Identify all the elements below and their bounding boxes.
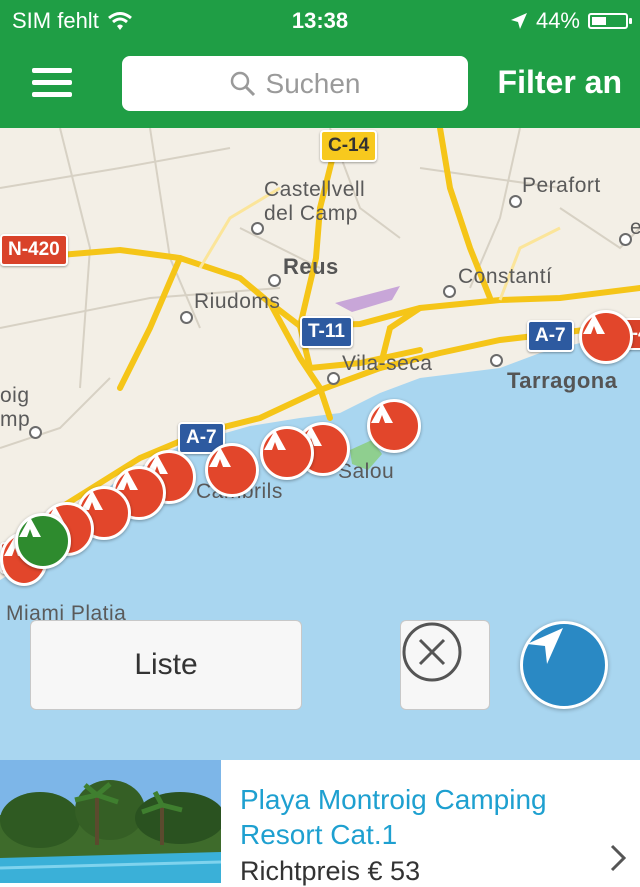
location-arrow-icon: [527, 628, 563, 664]
location-services-icon: [510, 13, 527, 29]
clear-selection-button[interactable]: [400, 620, 490, 710]
road-shield: C-14: [320, 130, 378, 162]
battery-percent: 44%: [535, 8, 580, 33]
chevron-right-icon: [610, 844, 626, 872]
place-label: Riudoms: [194, 290, 281, 313]
campsite-pin[interactable]: [260, 426, 314, 480]
town-dot: [251, 222, 264, 235]
town-dot: [509, 195, 522, 208]
campsite-pin[interactable]: [205, 443, 259, 497]
status-bar: SIM fehlt 13:38 44%: [0, 0, 640, 40]
map-view[interactable]: Castellvell del Camp Reus Riudoms Perafo…: [0, 128, 640, 760]
close-circle-icon: [402, 622, 462, 682]
search-placeholder: Suchen: [265, 67, 361, 99]
town-dot: [327, 372, 340, 385]
place-label: del Camp: [264, 202, 358, 225]
battery-icon: [588, 13, 632, 29]
town-dot: [29, 426, 42, 439]
list-button[interactable]: Liste: [30, 620, 302, 710]
campsite-result-card[interactable]: Playa Montroig Camping Resort Cat.1 Rich…: [0, 760, 640, 886]
place-label: mp: [0, 408, 31, 431]
road-shield: A-7: [527, 320, 574, 352]
road-shield: N-420: [0, 234, 68, 266]
place-label: Castellvell: [264, 178, 366, 201]
place-label: oig: [0, 384, 30, 407]
locate-me-button[interactable]: [520, 621, 608, 709]
search-icon: [230, 71, 255, 96]
battery-level: [592, 17, 606, 25]
menu-button[interactable]: [32, 68, 72, 98]
town-dot: [490, 354, 503, 367]
town-dot: [443, 285, 456, 298]
place-label: Reus: [283, 254, 339, 279]
place-label: Vila-seca: [342, 352, 433, 375]
place-label: Perafort: [522, 174, 601, 197]
tent-icon: [371, 403, 393, 423]
town-dot: [268, 274, 281, 287]
campsite-pin[interactable]: [579, 310, 633, 364]
road-shield: T-11: [300, 316, 353, 348]
place-label: Constantí: [458, 265, 553, 288]
tent-icon: [583, 314, 605, 334]
nav-bar: Suchen Filter an: [0, 40, 640, 128]
place-label: Tarragona: [507, 368, 618, 393]
town-dot: [180, 311, 193, 324]
filter-button[interactable]: Filter an: [498, 64, 622, 101]
campsite-price: Richtpreis € 53: [240, 856, 421, 886]
campsite-photo: [0, 760, 221, 883]
tent-icon: [264, 430, 286, 450]
tent-icon: [116, 470, 138, 490]
tent-icon: [19, 517, 41, 537]
tent-icon: [209, 447, 231, 467]
town-dot: [619, 233, 632, 246]
hamburger-icon: [32, 68, 72, 73]
search-input[interactable]: Suchen: [122, 56, 468, 111]
selected-campsite-pin[interactable]: [15, 513, 71, 569]
campsite-title: Playa Montroig Camping Resort Cat.1: [240, 784, 547, 850]
place-label: Salou: [338, 460, 395, 483]
campsite-pin[interactable]: [367, 399, 421, 453]
